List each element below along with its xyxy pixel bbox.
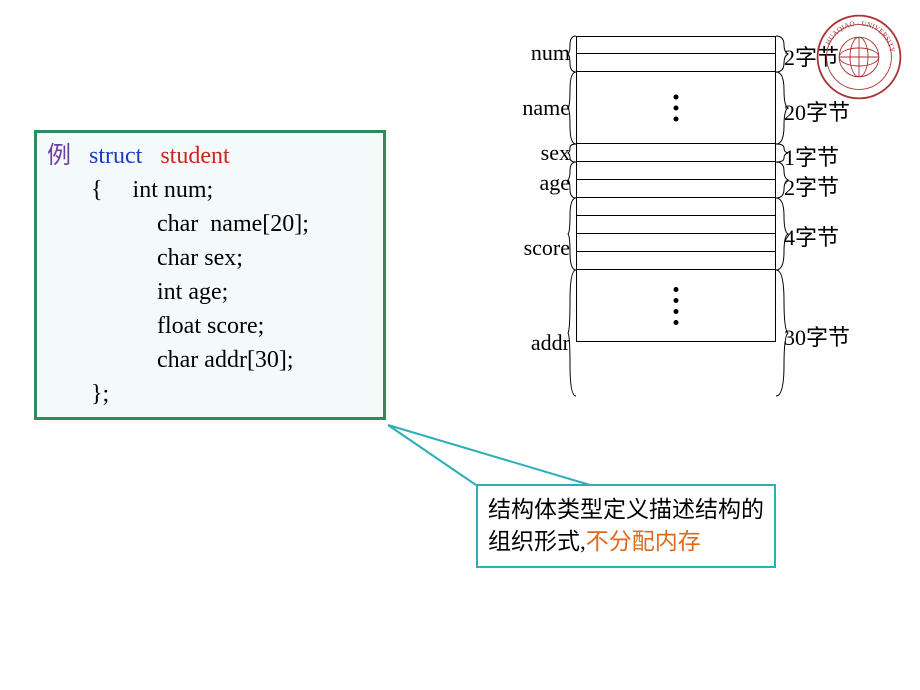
ellipsis-icon [674,94,679,121]
size-label-sex: 1字节 [784,140,839,172]
code-line-open: { int num; [47,173,373,207]
mem-cell [576,252,776,270]
memory-layout [576,36,776,342]
mem-cell [576,36,776,54]
brace-icon [568,144,576,162]
code-line-name: char name[20]; [47,207,373,241]
size-label-age: 2字节 [784,170,839,202]
mem-cell [576,162,776,180]
field-label-sex: sex [490,140,570,166]
brace-icon [568,270,576,396]
field-label-addr: addr [490,330,570,356]
code-line-score: float score; [47,309,373,343]
brace-icon [568,72,576,144]
ellipsis-icon [674,287,679,325]
mem-cell [576,216,776,234]
mem-cell [576,144,776,162]
code-line-sex: char sex; [47,241,373,275]
code-line-addr: char addr[30]; [47,343,373,377]
callout-highlight: 不分配内存 [586,529,701,554]
field-label-name: name [490,95,570,121]
callout-connector [380,395,780,495]
struct-keyword: struct [89,143,142,169]
brace-icon [568,162,576,198]
code-line-close: }; [47,377,373,411]
mem-cell-name [576,72,776,144]
code-line-header: 例 struct student [47,139,373,173]
callout-box: 结构体类型定义描述结构的组织形式,不分配内存 [476,484,776,568]
field-label-age: age [490,170,570,196]
struct-name: student [160,143,229,169]
mem-cell [576,54,776,72]
code-example-box: 例 struct student { int num; char name[20… [34,130,386,420]
code-line-age: int age; [47,275,373,309]
brace-icon [568,36,576,72]
mem-cell [576,180,776,198]
size-label-addr: 30字节 [784,320,850,352]
example-label: 例 [47,143,71,169]
brace-icon [568,198,576,270]
mem-cell [576,198,776,216]
size-label-score: 4字节 [784,220,839,252]
university-seal-icon: HUAQIAO · UNIVERSITY [814,12,904,102]
field-label-score: score [490,235,570,261]
mem-cell-addr [576,270,776,342]
mem-cell [576,234,776,252]
field-label-num: num [490,40,570,66]
